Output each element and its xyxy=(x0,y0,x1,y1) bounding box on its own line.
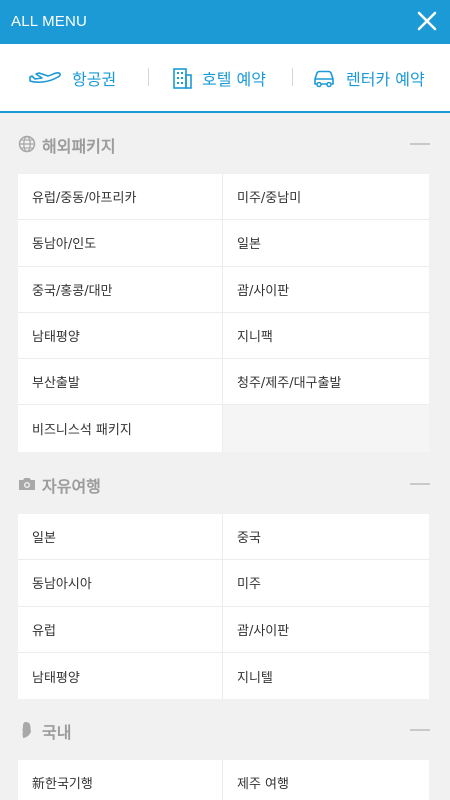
menu-grid-domestic: 新한국기행 제주 여행 xyxy=(18,760,429,800)
quick-link-label: 렌터카 예약 xyxy=(346,69,425,89)
table-row: 중국/홍콩/대만 괌/사이판 xyxy=(18,266,429,313)
menu-item[interactable]: 일본 xyxy=(223,220,429,265)
menu-item[interactable]: 미주 xyxy=(223,560,429,605)
table-row: 유럽/중동/아프리카 미주/중남미 xyxy=(18,174,429,221)
menu-item[interactable]: 중국/홍콩/대만 xyxy=(18,266,223,312)
divider xyxy=(148,68,149,86)
section-header-free-travel[interactable]: 자유여행 xyxy=(0,454,450,514)
menu-title: ALL MENU xyxy=(11,13,88,30)
table-row: 동남아시아 미주 xyxy=(18,560,429,607)
menu-item[interactable]: 부산출발 xyxy=(18,359,223,405)
globe-icon xyxy=(18,135,36,153)
collapse-icon[interactable] xyxy=(410,483,430,485)
camera-icon xyxy=(18,475,36,493)
menu-item[interactable]: 괌/사이판 xyxy=(223,607,429,652)
korea-map-icon xyxy=(18,721,36,739)
close-icon[interactable] xyxy=(416,10,438,32)
menu-item[interactable]: 남태평양 xyxy=(18,312,223,359)
table-row: 유럽 괌/사이판 xyxy=(18,606,429,653)
table-row: 남태평양 지니팩 xyxy=(18,312,429,360)
menu-grid-free-travel: 일본 중국 동남아시아 미주 유럽 괌/사이판 남태평양 지니텔 xyxy=(18,514,429,700)
menu-item[interactable]: 비즈니스석 패키지 xyxy=(18,405,223,452)
menu-item[interactable]: 중국 xyxy=(223,514,429,559)
menu-grid-overseas-package: 유럽/중동/아프리카 미주/중남미 동남아/인도 일본 중국/홍콩/대만 괌/사… xyxy=(18,174,429,452)
menu-item[interactable]: 청주/제주/대구출발 xyxy=(223,359,429,404)
quick-link-label: 항공권 xyxy=(72,69,117,89)
quick-link-label: 호텔 예약 xyxy=(202,69,266,89)
section-title: 국내 xyxy=(42,723,72,742)
hotel-building-icon xyxy=(173,67,192,89)
menu-item[interactable]: 지니팩 xyxy=(223,313,429,358)
menu-header: ALL MENU xyxy=(0,0,450,44)
menu-item[interactable]: 제주 여행 xyxy=(223,760,429,800)
collapse-icon[interactable] xyxy=(410,729,430,731)
menu-item[interactable]: 지니텔 xyxy=(223,653,429,699)
menu-item[interactable]: 동남아시아 xyxy=(18,560,223,606)
menu-item[interactable]: 일본 xyxy=(18,514,223,560)
quick-link-flight[interactable]: 항공권 xyxy=(28,44,116,111)
menu-item[interactable]: 동남아/인도 xyxy=(18,220,223,266)
quick-links-bar: 항공권 호텔 예약 렌터카 예약 xyxy=(0,44,450,113)
table-row: 남태평양 지니텔 xyxy=(18,652,429,700)
car-icon xyxy=(314,70,334,87)
quick-link-hotel[interactable]: 호텔 예약 xyxy=(172,44,266,111)
table-row: 일본 중국 xyxy=(18,514,429,561)
section-title: 자유여행 xyxy=(42,477,101,496)
section-header-domestic[interactable]: 국내 xyxy=(0,700,450,760)
menu-item[interactable]: 남태평양 xyxy=(18,652,223,700)
menu-item[interactable]: 괌/사이판 xyxy=(223,267,429,312)
table-row: 부산출발 청주/제주/대구출발 xyxy=(18,359,429,406)
menu-item[interactable]: 新한국기행 xyxy=(18,760,223,800)
table-row: 新한국기행 제주 여행 xyxy=(18,760,429,800)
collapse-icon[interactable] xyxy=(410,143,430,145)
section-title: 해외패키지 xyxy=(42,137,116,156)
table-row: 동남아/인도 일본 xyxy=(18,220,429,267)
divider xyxy=(292,68,293,86)
quick-link-rentacar[interactable]: 렌터카 예약 xyxy=(312,44,425,111)
airplane-icon xyxy=(29,71,61,83)
menu-item[interactable]: 유럽/중동/아프리카 xyxy=(18,174,223,220)
section-header-overseas-package[interactable]: 해외패키지 xyxy=(0,114,450,174)
menu-item[interactable]: 미주/중남미 xyxy=(223,174,429,219)
menu-item[interactable]: 유럽 xyxy=(18,606,223,652)
empty-cell xyxy=(223,405,429,452)
table-row: 비즈니스석 패키지 xyxy=(18,405,429,452)
